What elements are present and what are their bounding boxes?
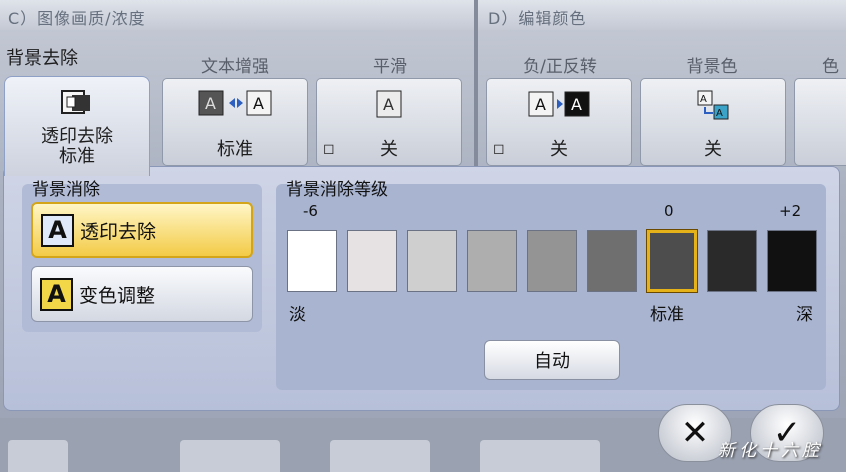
bottom-tile-3[interactable] bbox=[330, 440, 430, 472]
bleed-removal-option-icon: A bbox=[41, 213, 74, 247]
level-standard-label: 标准 bbox=[650, 305, 684, 325]
svg-text:A: A bbox=[535, 95, 546, 114]
negative-positive-value: 关 bbox=[550, 139, 568, 160]
negative-positive-tile[interactable]: A A ◻ 关 bbox=[486, 78, 632, 166]
svg-text:A: A bbox=[253, 94, 264, 113]
section-c-title: C）图像画质/浓度 bbox=[8, 9, 146, 28]
svg-text:A: A bbox=[716, 108, 723, 119]
svg-text:A: A bbox=[383, 95, 394, 114]
level-swatch-1[interactable] bbox=[287, 230, 337, 292]
bottom-tile-4[interactable] bbox=[480, 440, 600, 472]
level-swatch-2[interactable] bbox=[347, 230, 397, 292]
bottom-tile-1[interactable] bbox=[8, 440, 68, 472]
screen-frame: C）图像画质/浓度 D）编辑颜色 背景去除 文本增强 平滑 负/正反转 背景色 … bbox=[0, 0, 846, 472]
level-swatch-5[interactable] bbox=[527, 230, 577, 292]
watermark-text: 新化十六腔 bbox=[718, 441, 823, 461]
color-label-partial: 色 bbox=[822, 57, 839, 77]
section-d-title: D）编辑颜色 bbox=[488, 9, 587, 28]
level-swatch-4[interactable] bbox=[467, 230, 517, 292]
smoothing-tile[interactable]: A ◻ 关 bbox=[316, 78, 462, 166]
level-swatch-8[interactable] bbox=[707, 230, 757, 292]
discoloration-adjust-option[interactable]: A 变色调整 bbox=[31, 266, 253, 322]
negative-positive-icon: A A bbox=[527, 89, 591, 123]
removal-level-title: 背景消除等级 bbox=[286, 180, 388, 200]
bleed-removal-value: 标准 bbox=[59, 146, 95, 167]
smoothing-label: 平滑 bbox=[373, 57, 407, 77]
smoothing-value: 关 bbox=[380, 139, 398, 160]
level-swatch-9[interactable] bbox=[767, 230, 817, 292]
background-color-icon: A A bbox=[696, 89, 730, 125]
color-tile-partial[interactable] bbox=[794, 78, 846, 166]
level-swatch-7[interactable] bbox=[646, 229, 698, 293]
text-enhance-value: 标准 bbox=[217, 139, 253, 160]
bleed-removal-title: 透印去除 bbox=[41, 126, 113, 147]
level-dark-label: 深 bbox=[796, 305, 813, 325]
smoothing-icon: A bbox=[375, 89, 403, 123]
background-removal-label: 背景去除 bbox=[6, 48, 78, 69]
bleed-removal-option-label: 透印去除 bbox=[80, 220, 157, 243]
level-tick-max: +2 bbox=[779, 202, 802, 220]
level-tick-min: -6 bbox=[303, 202, 318, 220]
level-swatch-6[interactable] bbox=[587, 230, 637, 292]
bleed-removal-option[interactable]: A 透印去除 bbox=[31, 202, 253, 258]
background-color-label: 背景色 bbox=[686, 57, 738, 77]
level-tick-zero: 0 bbox=[664, 202, 674, 220]
section-divider bbox=[474, 0, 478, 180]
discoloration-adjust-option-label: 变色调整 bbox=[79, 284, 156, 307]
background-color-value: 关 bbox=[704, 139, 722, 160]
bleed-removal-tile[interactable]: 透印去除 标准 bbox=[4, 76, 150, 176]
svg-text:A: A bbox=[205, 94, 216, 113]
background-color-tile[interactable]: A A 关 bbox=[640, 78, 786, 166]
bleed-removal-icon bbox=[60, 87, 94, 121]
svg-text:A: A bbox=[700, 94, 707, 105]
text-enhance-label: 文本增强 bbox=[201, 57, 269, 77]
removal-mode-title: 背景消除 bbox=[32, 180, 100, 200]
discoloration-adjust-option-icon: A bbox=[40, 277, 73, 311]
text-enhance-tile[interactable]: A A 标准 bbox=[162, 78, 308, 166]
text-enhance-icon: A A bbox=[197, 89, 273, 121]
auto-button[interactable]: 自动 bbox=[484, 340, 620, 380]
svg-text:A: A bbox=[571, 95, 582, 114]
negative-positive-label: 负/正反转 bbox=[523, 57, 597, 77]
level-light-label: 淡 bbox=[289, 305, 306, 325]
bottom-tile-2[interactable] bbox=[180, 440, 280, 472]
level-swatch-3[interactable] bbox=[407, 230, 457, 292]
